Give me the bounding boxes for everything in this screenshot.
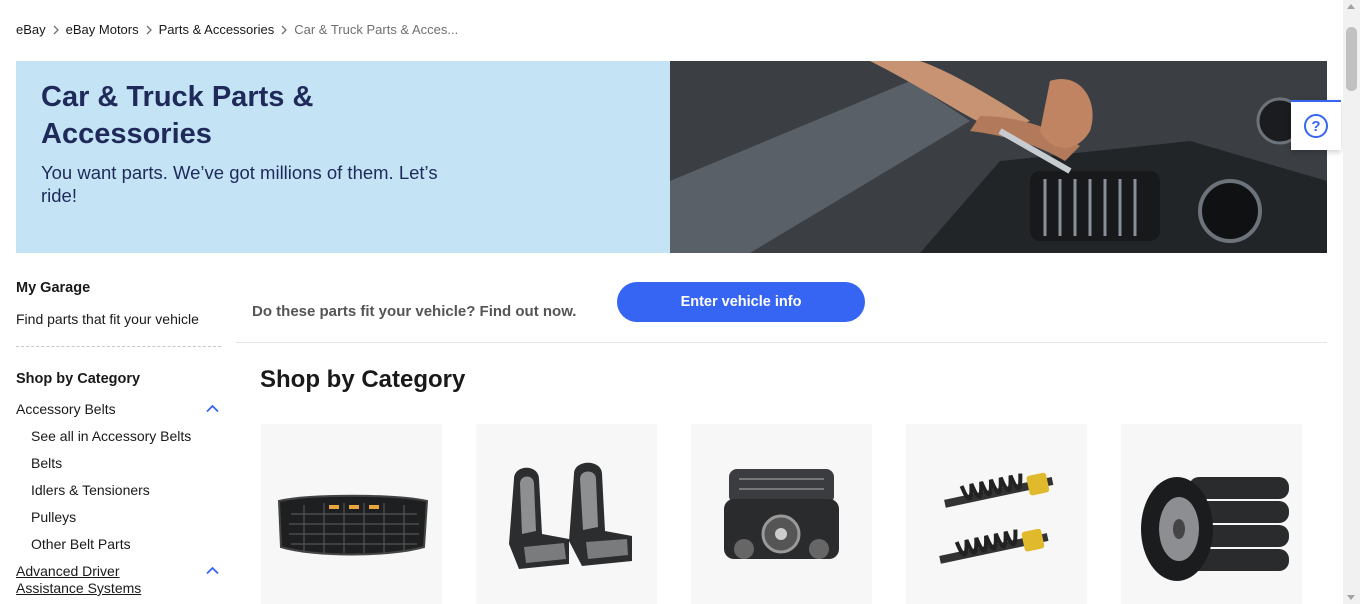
breadcrumb: eBay eBay Motors Parts & Accessories Car… bbox=[16, 20, 458, 38]
scrollbar-thumb[interactable] bbox=[1346, 27, 1357, 91]
chevron-up-icon[interactable] bbox=[206, 566, 219, 575]
engine-image bbox=[724, 469, 839, 559]
category-tile-grille[interactable] bbox=[261, 424, 442, 604]
sidebar-category-heading: Shop by Category bbox=[16, 371, 141, 387]
help-button[interactable]: ? bbox=[1291, 100, 1341, 150]
question-icon: ? bbox=[1304, 114, 1328, 138]
sidebar-item-idlers-tensioners[interactable]: Idlers & Tensioners bbox=[31, 482, 221, 509]
breadcrumb-current: Car & Truck Parts & Acces... bbox=[294, 21, 459, 37]
sidebar-subitems: See all in Accessory Belts Belts Idlers … bbox=[31, 428, 221, 563]
chevron-right-icon bbox=[46, 21, 66, 37]
sidebar-item-belts[interactable]: Belts bbox=[31, 455, 221, 482]
chevron-up-icon[interactable] bbox=[206, 404, 219, 413]
struts-image bbox=[939, 472, 1054, 564]
breadcrumb-parts-accessories[interactable]: Parts & Accessories bbox=[159, 22, 275, 37]
breadcrumb-ebay-motors[interactable]: eBay Motors bbox=[66, 22, 139, 37]
hero-image-mechanic bbox=[670, 61, 1327, 253]
sidebar-item-see-all[interactable]: See all in Accessory Belts bbox=[31, 428, 221, 455]
hero-subtitle: You want parts. We’ve got millions of th… bbox=[41, 162, 438, 206]
sidebar-item-other-belt-parts[interactable]: Other Belt Parts bbox=[31, 536, 221, 563]
sidebar-group-label[interactable]: Accessory Belts bbox=[16, 401, 186, 418]
sidebar-group-label[interactable]: Advanced Driver Assistance Systems bbox=[16, 563, 166, 597]
category-tiles bbox=[261, 424, 1302, 604]
sidebar: My Garage Find parts that fit your vehic… bbox=[16, 278, 221, 597]
hero-text-panel: Car & Truck Parts & Accessories You want… bbox=[16, 61, 670, 253]
engine-bay-illustration bbox=[670, 61, 1327, 253]
sidebar-group-accessory-belts: Accessory Belts See all in Accessory Bel… bbox=[16, 401, 221, 563]
scroll-down-arrow-icon[interactable] bbox=[1347, 595, 1355, 600]
page-title: Car & Truck Parts & Accessories bbox=[41, 81, 314, 150]
sidebar-divider bbox=[16, 346, 221, 347]
category-tile-tires[interactable] bbox=[1121, 424, 1302, 604]
sidebar-item-pulleys[interactable]: Pulleys bbox=[31, 509, 221, 536]
my-garage-text[interactable]: Find parts that fit your vehicle bbox=[16, 311, 221, 327]
chevron-right-icon bbox=[139, 21, 159, 37]
sidebar-group-adas: Advanced Driver Assistance Systems bbox=[16, 563, 221, 597]
category-tile-engine[interactable] bbox=[691, 424, 872, 604]
fitment-prompt: Do these parts fit your vehicle? Find ou… bbox=[252, 303, 577, 320]
enter-vehicle-info-button[interactable]: Enter vehicle info bbox=[617, 282, 865, 322]
seat-covers-image bbox=[509, 462, 632, 569]
scroll-up-arrow-icon[interactable] bbox=[1347, 4, 1355, 9]
grille-image bbox=[277, 494, 429, 556]
chevron-right-icon bbox=[274, 21, 294, 37]
breadcrumb-ebay[interactable]: eBay bbox=[16, 22, 46, 37]
category-tile-struts[interactable] bbox=[906, 424, 1087, 604]
page-scrollbar[interactable] bbox=[1343, 0, 1360, 604]
shop-by-category-heading: Shop by Category bbox=[260, 366, 466, 393]
my-garage-heading: My Garage bbox=[16, 280, 91, 296]
vehicle-fitment-bar: Do these parts fit your vehicle? Find ou… bbox=[236, 272, 1327, 343]
tires-image bbox=[1141, 477, 1289, 581]
category-tile-seat-covers[interactable] bbox=[476, 424, 657, 604]
hero-banner: Car & Truck Parts & Accessories You want… bbox=[16, 61, 1327, 253]
